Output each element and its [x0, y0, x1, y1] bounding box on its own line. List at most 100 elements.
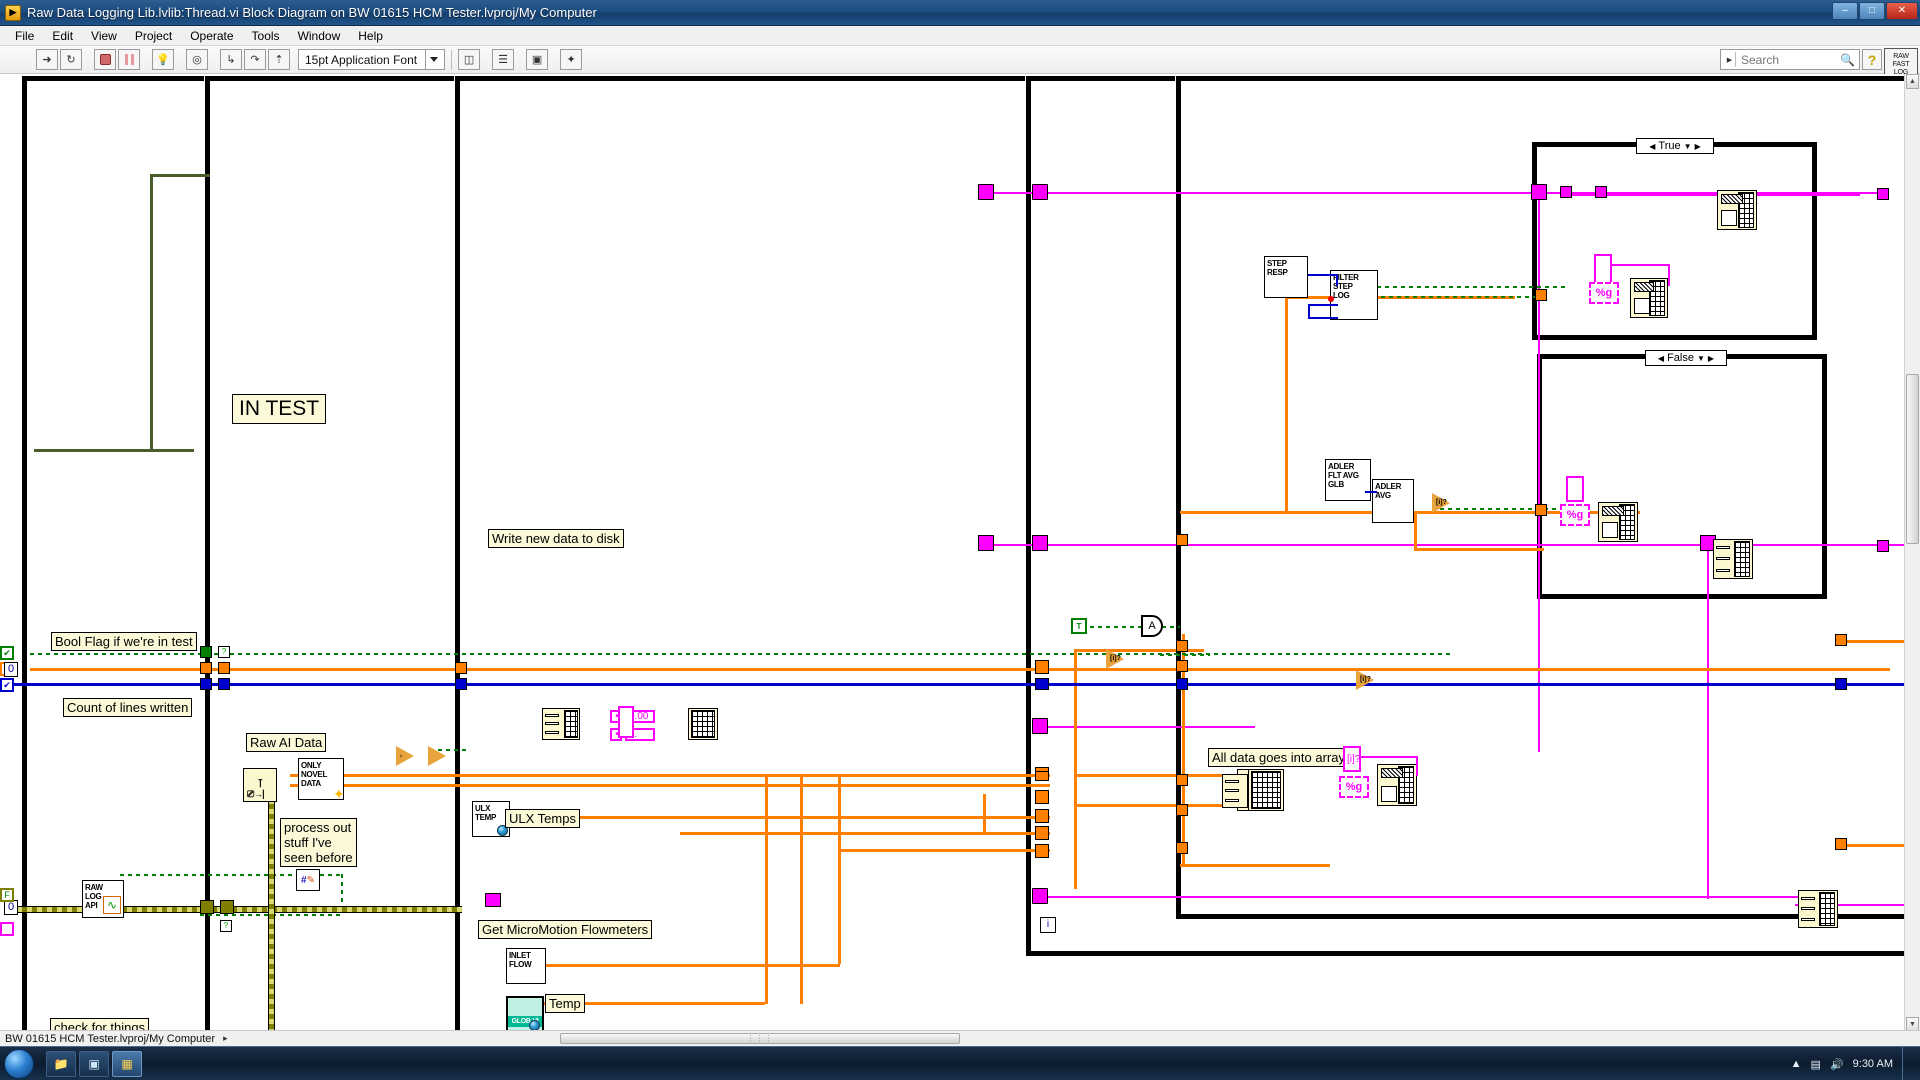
- tunnel-double-15[interactable]: [1835, 634, 1847, 646]
- format-into-string-node-true-2[interactable]: [1630, 278, 1668, 318]
- comment-get-micromotion[interactable]: Get MicroMotion Flowmeters: [478, 920, 653, 939]
- tunnel-string-2[interactable]: [1032, 184, 1048, 200]
- tunnel-string-11[interactable]: [1877, 188, 1889, 200]
- tunnel-int-2[interactable]: [218, 678, 230, 690]
- font-selector[interactable]: 15pt Application Font: [298, 49, 446, 70]
- subvi-adler-avg[interactable]: ADLER AVG: [1372, 479, 1414, 523]
- window-controls[interactable]: – □ ✕: [1832, 2, 1918, 20]
- comment-bool-flag[interactable]: Bool Flag if we're in test: [51, 632, 197, 651]
- tunnel-double-14[interactable]: [1535, 504, 1547, 516]
- tunnel-double-20[interactable]: [1035, 771, 1049, 781]
- terminal-bool-in-test[interactable]: ✔: [0, 646, 14, 660]
- volume-icon[interactable]: 🔊: [1830, 1058, 1844, 1071]
- tunnel-error-1[interactable]: [200, 900, 214, 914]
- labview-window-icon[interactable]: ▣: [79, 1050, 109, 1077]
- close-button[interactable]: ✕: [1886, 2, 1918, 20]
- tunnel-double-6[interactable]: [1035, 844, 1049, 858]
- diagram-disable-pencil-icon[interactable]: # ✎: [296, 869, 320, 891]
- concat-strings-lower-right[interactable]: [1798, 890, 1838, 928]
- tunnel-double-9[interactable]: [1176, 774, 1188, 786]
- format-constant-pct-g-1[interactable]: %g: [1339, 776, 1369, 798]
- subvi-array-extract[interactable]: ⊺ ⎚→⎜: [243, 768, 277, 802]
- index-array-triangle-1[interactable]: [396, 746, 414, 766]
- tunnel-bool-2[interactable]: ?: [218, 646, 230, 658]
- menu-item-edit[interactable]: Edit: [43, 27, 82, 45]
- array-display-node-1[interactable]: [1248, 769, 1284, 811]
- string-constant-true-case[interactable]: [1594, 254, 1612, 284]
- tunnel-string-1[interactable]: [978, 184, 994, 200]
- step-out-icon[interactable]: ⇡: [268, 49, 290, 70]
- menu-item-file[interactable]: File: [6, 27, 43, 45]
- tunnel-string-12[interactable]: [1877, 540, 1889, 552]
- string-constant-center-5[interactable]: [618, 706, 634, 738]
- case-next-arrow[interactable]: ▶: [1695, 142, 1701, 151]
- tunnel-iteration[interactable]: i: [1040, 917, 1056, 933]
- context-help-question-icon[interactable]: ?: [1862, 49, 1882, 70]
- scroll-up-button[interactable]: ▲: [1906, 74, 1919, 89]
- case-next-arrow-false[interactable]: ▶: [1708, 354, 1714, 363]
- case-dropdown-arrow-false[interactable]: ▼: [1697, 354, 1705, 363]
- block-diagram-canvas[interactable]: ◀ True ▼ ▶ ◀ False ▼ ▶ i ? ? ✔ ✔ 0 0 F B…: [0, 74, 1920, 1032]
- tunnel-double-12[interactable]: [1176, 534, 1188, 546]
- magnifier-icon[interactable]: 🔍: [1840, 53, 1855, 67]
- terminal-error-in[interactable]: F: [0, 888, 14, 902]
- search-input[interactable]: ▶ Search 🔍: [1720, 49, 1860, 70]
- tunnel-double-11[interactable]: [1176, 842, 1188, 854]
- tunnel-double-7[interactable]: [1176, 640, 1188, 652]
- tunnel-double-18[interactable]: [218, 662, 230, 674]
- tunnel-string-5[interactable]: [1032, 718, 1048, 734]
- case-dropdown-arrow[interactable]: ▼: [1684, 142, 1692, 151]
- tunnel-double-16[interactable]: [1835, 838, 1847, 850]
- step-into-icon[interactable]: ↳: [220, 49, 242, 70]
- tunnel-double-1[interactable]: [1035, 660, 1049, 674]
- format-into-string-node-1[interactable]: [1377, 764, 1417, 806]
- case-selector-false[interactable]: ◀ False ▼ ▶: [1645, 350, 1727, 366]
- tunnel-double-10[interactable]: [1176, 804, 1188, 816]
- menu-item-view[interactable]: View: [82, 27, 126, 45]
- tunnel-int-6[interactable]: [1835, 678, 1847, 690]
- constant-bool-true[interactable]: T: [1071, 618, 1087, 634]
- tunnel-int-4[interactable]: [1035, 678, 1049, 690]
- constant-zero-lower[interactable]: 0: [4, 900, 18, 915]
- comment-ulx-temps[interactable]: ULX Temps: [505, 809, 580, 828]
- concat-strings-node-center[interactable]: [688, 708, 718, 740]
- format-into-string-node-false[interactable]: [1598, 502, 1638, 542]
- vertical-scrollbar[interactable]: ▲ ▼: [1904, 74, 1920, 1032]
- tunnel-double-13[interactable]: [1535, 289, 1547, 301]
- vertical-scroll-thumb[interactable]: [1906, 374, 1919, 544]
- windows-start-orb[interactable]: [4, 1048, 34, 1079]
- index-array-triangle-2[interactable]: [428, 746, 446, 766]
- tunnel-string-6[interactable]: [1032, 888, 1048, 904]
- run-arrow-icon[interactable]: ➜: [36, 49, 58, 70]
- step-over-icon[interactable]: ↷: [244, 49, 266, 70]
- concat-strings-false[interactable]: [1713, 539, 1753, 579]
- tunnel-double-3[interactable]: [1035, 790, 1049, 804]
- global-vi-temp-read[interactable]: GLOB VI TEMP READ: [506, 996, 544, 1032]
- menu-item-tools[interactable]: Tools: [243, 27, 289, 45]
- align-objects-icon[interactable]: ◫: [458, 49, 481, 70]
- tunnel-int-3[interactable]: [455, 678, 467, 690]
- format-constant-pct-g-false[interactable]: %g: [1560, 504, 1590, 526]
- taskbar-clock[interactable]: 9:30 AM: [1853, 1058, 1893, 1070]
- labview-block-diagram-icon[interactable]: ▦: [112, 1050, 142, 1077]
- highlight-execution-bulb-icon[interactable]: 💡: [152, 49, 174, 70]
- font-dropdown-caret[interactable]: [425, 50, 442, 69]
- tunnel-double-19[interactable]: [455, 662, 467, 674]
- format-into-string-node-true[interactable]: [1717, 190, 1757, 230]
- show-desktop-button[interactable]: [1902, 1047, 1910, 1080]
- reorder-objects-icon[interactable]: ▣: [526, 49, 549, 70]
- clean-up-diagram-icon[interactable]: ✦: [560, 49, 583, 70]
- comment-temp[interactable]: Temp: [545, 994, 585, 1013]
- string-constant-false-case[interactable]: [1566, 476, 1584, 502]
- subvi-adler-flt-avg-glb[interactable]: ADLER FLT AVG GLB: [1325, 459, 1371, 501]
- tunnel-string-3[interactable]: [978, 535, 994, 551]
- tunnel-error-bool[interactable]: ?: [220, 920, 232, 932]
- tunnel-int-5[interactable]: [1176, 678, 1188, 690]
- comment-raw-ai-data[interactable]: Raw AI Data: [246, 733, 327, 752]
- tunnel-bool-1[interactable]: [200, 646, 212, 658]
- comment-in-test[interactable]: IN TEST: [232, 394, 327, 424]
- menu-item-project[interactable]: Project: [126, 27, 181, 45]
- case-structure-true[interactable]: [1532, 142, 1817, 340]
- case-selector-true[interactable]: ◀ True ▼ ▶: [1636, 138, 1714, 154]
- tunnel-string-4[interactable]: [1032, 535, 1048, 551]
